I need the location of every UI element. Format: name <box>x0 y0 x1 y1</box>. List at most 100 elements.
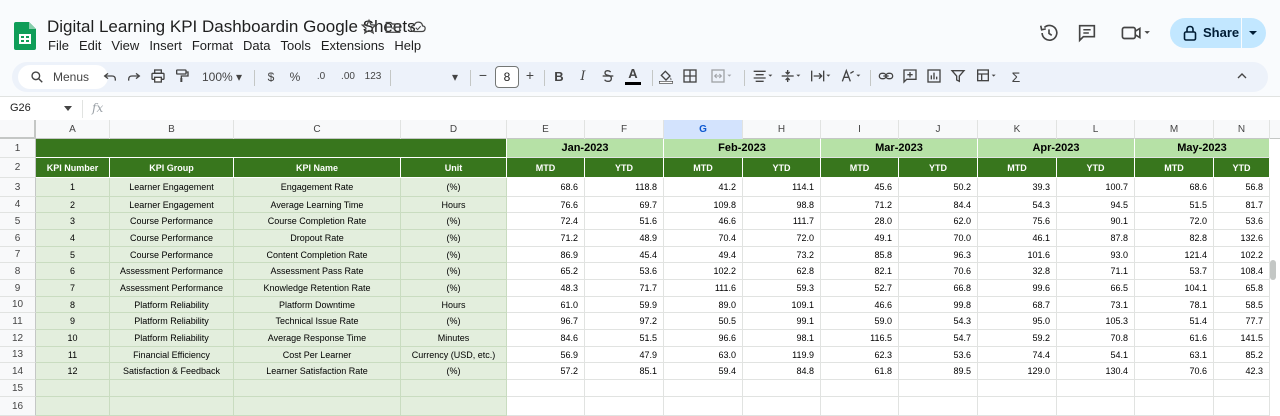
column-header-b[interactable]: B <box>110 120 234 139</box>
row-header[interactable]: 6 <box>0 230 36 247</box>
menu-format[interactable]: Format <box>192 38 233 53</box>
kpi-unit-cell[interactable]: (%) <box>401 313 507 330</box>
kpi-number-cell[interactable]: 11 <box>36 347 110 363</box>
kpi-group-cell[interactable]: Assessment Performance <box>110 263 234 280</box>
name-box-dropdown-icon[interactable] <box>64 106 72 111</box>
value-cell[interactable]: 46.6 <box>821 297 899 313</box>
fill-color-icon[interactable] <box>658 68 674 86</box>
font-size-decrease-button[interactable]: − <box>477 66 489 84</box>
value-cell[interactable]: 108.4 <box>1214 263 1270 280</box>
value-cell[interactable]: 57.2 <box>507 363 585 380</box>
empty-cell[interactable] <box>585 397 664 416</box>
column-header-l[interactable]: L <box>1057 120 1135 139</box>
value-cell[interactable]: 71.7 <box>585 280 664 297</box>
kpi-unit-cell[interactable]: (%) <box>401 178 507 197</box>
value-cell[interactable]: 48.3 <box>507 280 585 297</box>
value-cell[interactable]: 87.8 <box>1057 230 1135 247</box>
header-unit[interactable]: Unit <box>401 158 507 178</box>
empty-cell[interactable] <box>899 380 978 397</box>
empty-cell[interactable] <box>821 380 899 397</box>
value-cell[interactable]: 73.1 <box>1057 297 1135 313</box>
value-cell[interactable]: 74.4 <box>978 347 1057 363</box>
kpi-group-cell[interactable]: Financial Efficiency <box>110 347 234 363</box>
font-size-increase-button[interactable]: + <box>524 66 536 84</box>
empty-cell[interactable] <box>401 380 507 397</box>
row-header[interactable]: 2 <box>0 158 36 178</box>
value-cell[interactable]: 32.8 <box>978 263 1057 280</box>
empty-cell[interactable] <box>1057 397 1135 416</box>
value-cell[interactable]: 62.8 <box>743 263 821 280</box>
kpi-unit-cell[interactable]: Currency (USD, etc.) <box>401 347 507 363</box>
menu-insert[interactable]: Insert <box>149 38 182 53</box>
value-cell[interactable]: 69.7 <box>585 197 664 213</box>
formula-input[interactable] <box>112 97 1262 121</box>
select-all-corner[interactable] <box>0 120 36 139</box>
value-cell[interactable]: 59.4 <box>664 363 743 380</box>
kpi-unit-cell[interactable]: (%) <box>401 280 507 297</box>
value-cell[interactable]: 54.1 <box>1057 347 1135 363</box>
empty-cell[interactable] <box>664 380 743 397</box>
value-cell[interactable]: 101.6 <box>978 247 1057 263</box>
empty-cell[interactable] <box>1135 380 1214 397</box>
insert-link-icon[interactable] <box>878 68 894 86</box>
value-cell[interactable]: 90.1 <box>1057 213 1135 230</box>
column-header-g[interactable]: G <box>664 120 743 139</box>
value-cell[interactable]: 109.8 <box>664 197 743 213</box>
value-cell[interactable]: 97.2 <box>585 313 664 330</box>
kpi-name-cell[interactable]: Learner Satisfaction Rate <box>234 363 401 380</box>
value-cell[interactable]: 98.8 <box>743 197 821 213</box>
header-ytd[interactable]: YTD <box>899 158 978 178</box>
kpi-name-cell[interactable]: Course Completion Rate <box>234 213 401 230</box>
kpi-name-cell[interactable]: Dropout Rate <box>234 230 401 247</box>
value-cell[interactable]: 56.9 <box>507 347 585 363</box>
value-cell[interactable]: 59.2 <box>978 330 1057 347</box>
value-cell[interactable]: 66.8 <box>899 280 978 297</box>
row-header[interactable]: 8 <box>0 263 36 280</box>
font-family-select[interactable]: ▾ <box>398 68 462 86</box>
value-cell[interactable]: 68.6 <box>507 178 585 197</box>
value-cell[interactable]: 71.1 <box>1057 263 1135 280</box>
increase-decimal-button[interactable]: .00 <box>338 68 358 86</box>
value-cell[interactable]: 76.6 <box>507 197 585 213</box>
value-cell[interactable]: 96.6 <box>664 330 743 347</box>
value-cell[interactable]: 45.4 <box>585 247 664 263</box>
borders-icon[interactable] <box>682 68 698 86</box>
value-cell[interactable]: 132.6 <box>1214 230 1270 247</box>
kpi-group-cell[interactable]: Learner Engagement <box>110 178 234 197</box>
header-ytd[interactable]: YTD <box>1214 158 1270 178</box>
value-cell[interactable]: 56.8 <box>1214 178 1270 197</box>
kpi-name-cell[interactable]: Average Response Time <box>234 330 401 347</box>
insert-comment-icon[interactable] <box>902 68 918 86</box>
value-cell[interactable]: 99.8 <box>899 297 978 313</box>
value-cell[interactable]: 66.5 <box>1057 280 1135 297</box>
insert-chart-icon[interactable] <box>926 68 942 86</box>
value-cell[interactable]: 53.6 <box>585 263 664 280</box>
value-cell[interactable]: 82.8 <box>1135 230 1214 247</box>
value-cell[interactable]: 71.2 <box>821 197 899 213</box>
kpi-name-cell[interactable]: Assessment Pass Rate <box>234 263 401 280</box>
kpi-name-cell[interactable]: Average Learning Time <box>234 197 401 213</box>
empty-cell[interactable] <box>1214 397 1270 416</box>
value-cell[interactable]: 54.3 <box>899 313 978 330</box>
print-icon[interactable] <box>150 68 166 86</box>
value-cell[interactable]: 129.0 <box>978 363 1057 380</box>
header-ytd[interactable]: YTD <box>1057 158 1135 178</box>
value-cell[interactable]: 70.0 <box>899 230 978 247</box>
comments-icon[interactable] <box>1076 22 1100 46</box>
header-kpi-group[interactable]: KPI Group <box>110 158 234 178</box>
value-cell[interactable]: 51.4 <box>1135 313 1214 330</box>
menu-view[interactable]: View <box>111 38 139 53</box>
column-header-i[interactable]: I <box>821 120 899 139</box>
empty-cell[interactable] <box>743 380 821 397</box>
value-cell[interactable]: 89.5 <box>899 363 978 380</box>
kpi-number-cell[interactable]: 3 <box>36 213 110 230</box>
more-formats-button[interactable]: 123 <box>362 68 384 86</box>
value-cell[interactable]: 65.2 <box>507 263 585 280</box>
row-header[interactable]: 10 <box>0 297 36 313</box>
value-cell[interactable]: 72.0 <box>1135 213 1214 230</box>
kpi-unit-cell[interactable]: Hours <box>401 297 507 313</box>
kpi-number-cell[interactable]: 12 <box>36 363 110 380</box>
value-cell[interactable]: 61.8 <box>821 363 899 380</box>
value-cell[interactable]: 84.6 <box>507 330 585 347</box>
empty-cell[interactable] <box>110 380 234 397</box>
